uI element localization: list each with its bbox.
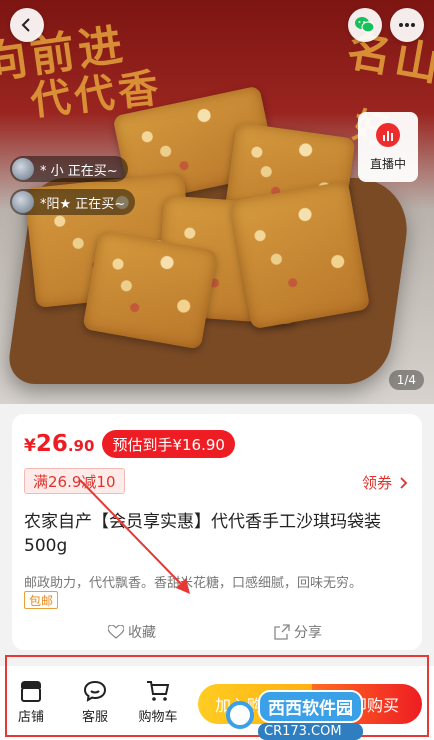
product-description: 邮政助力，代代飘香。香甜米花糖，口感细腻，回味无穷。 — [24, 576, 363, 591]
chat-bubble-icon — [83, 680, 107, 702]
wechat-icon — [355, 17, 375, 33]
favorite-button[interactable]: 收藏 — [108, 622, 156, 642]
avatar — [12, 158, 34, 180]
product-image-gallery[interactable]: 向前进 代代香 名山 好 直播中 * 小 正在买~ *阳★ 正在买~ 1/4 — [0, 0, 434, 404]
back-button[interactable] — [10, 8, 44, 42]
get-coupon-link[interactable]: 领券 — [362, 472, 408, 493]
price-decimal: .90 — [67, 437, 95, 455]
price-integer: 26 — [35, 431, 68, 457]
watermark-logo — [226, 701, 254, 729]
watermark-url: CR173.COM — [258, 723, 363, 740]
customer-service-button[interactable]: 客服 — [70, 680, 120, 725]
favorite-label: 收藏 — [128, 625, 156, 641]
coupon-tag[interactable]: 满26.9减10 — [24, 468, 125, 494]
share-button[interactable]: 分享 — [274, 622, 322, 642]
service-label: 客服 — [81, 710, 108, 725]
live-label: 直播中 — [369, 156, 406, 171]
share-label: 分享 — [294, 625, 322, 641]
price-row: ¥26.90 预估到手¥16.90 — [24, 430, 235, 458]
live-stream-badge[interactable]: 直播中 — [358, 112, 418, 182]
store-button[interactable]: 店铺 — [6, 680, 56, 725]
more-dots-icon — [399, 23, 415, 27]
shaqima-piece — [82, 230, 218, 350]
watermark-name: 西西软件园 — [258, 690, 363, 723]
product-info-card: ¥26.90 预估到手¥16.90 满26.9减10 领券 农家自产【会员享实惠… — [12, 414, 422, 650]
store-label: 店铺 — [17, 710, 44, 725]
image-counter: 1/4 — [388, 370, 424, 390]
buyer-notification: * 小 正在买~ — [10, 156, 128, 182]
chevron-right-icon — [400, 476, 408, 489]
buyer-text: *阳★ 正在买~ — [40, 196, 126, 212]
estimated-price-badge: 预估到手¥16.90 — [102, 430, 235, 458]
buyer-notification: *阳★ 正在买~ — [10, 189, 136, 215]
cart-label: 购物车 — [138, 710, 178, 725]
price: ¥26.90 — [24, 431, 94, 457]
avatar — [12, 191, 34, 213]
free-shipping-tag: 包邮 — [24, 591, 59, 609]
shaqima-piece — [229, 180, 371, 330]
more-button[interactable] — [390, 8, 424, 42]
cart-icon — [147, 681, 170, 701]
share-icon — [274, 624, 290, 640]
chevron-left-icon — [21, 18, 30, 32]
bottom-action-bar: 店铺 客服 购物车 加入购物车 立即购买 — [0, 666, 434, 740]
store-icon — [21, 681, 41, 702]
price-currency: ¥ — [24, 436, 36, 456]
product-title: 农家自产【会员享实惠】代代香手工沙琪玛袋装500g — [24, 512, 381, 556]
watermark: 西西软件园 CR173.COM — [226, 690, 363, 740]
cart-button[interactable]: 购物车 — [133, 680, 183, 725]
live-icon — [376, 122, 400, 147]
wechat-share-button[interactable] — [348, 8, 382, 42]
buyer-text: * 小 正在买~ — [40, 163, 118, 179]
get-coupon-label: 领券 — [361, 474, 392, 492]
heart-icon — [108, 625, 124, 639]
